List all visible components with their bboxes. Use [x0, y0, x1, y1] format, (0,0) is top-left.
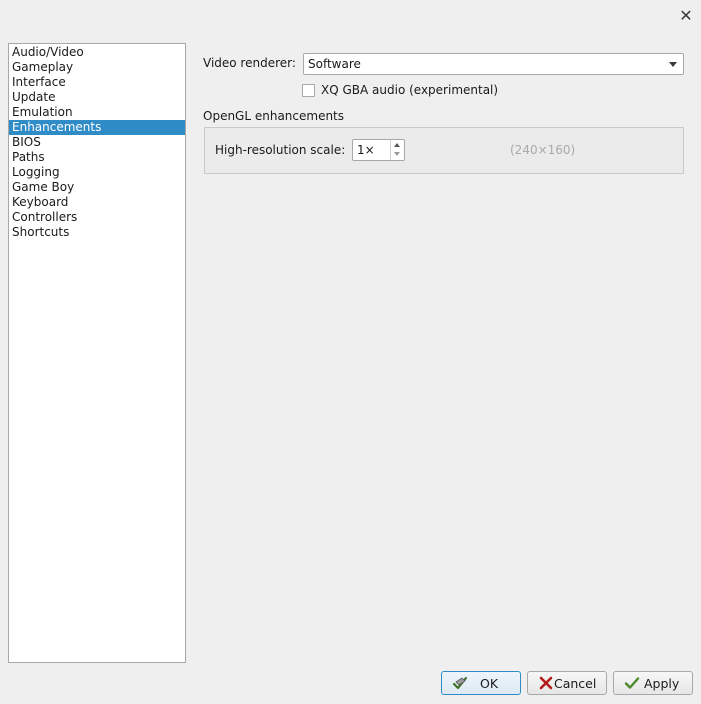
- hr-scale-spinbox[interactable]: 1×: [352, 139, 405, 161]
- close-icon[interactable]: ✕: [679, 7, 693, 25]
- opengl-enhancements-group: High-resolution scale: 1× (240×160): [204, 127, 684, 174]
- xq-audio-checkbox[interactable]: [302, 84, 315, 97]
- sidebar-item-shortcuts[interactable]: Shortcuts: [9, 225, 185, 240]
- spin-down-icon[interactable]: [394, 152, 400, 156]
- apply-button[interactable]: Apply: [613, 671, 693, 695]
- sidebar-item-gameplay[interactable]: Gameplay: [9, 60, 185, 75]
- sidebar-item-keyboard[interactable]: Keyboard: [9, 195, 185, 210]
- xq-audio-label[interactable]: XQ GBA audio (experimental): [321, 83, 498, 97]
- sidebar-item-emulation[interactable]: Emulation: [9, 105, 185, 120]
- cancel-button[interactable]: Cancel: [527, 671, 607, 695]
- spin-buttons: [390, 140, 404, 160]
- sidebar-item-paths[interactable]: Paths: [9, 150, 185, 165]
- ok-button[interactable]: OK: [441, 671, 521, 695]
- opengl-group-title: OpenGL enhancements: [203, 109, 345, 123]
- sidebar-item-interface[interactable]: Interface: [9, 75, 185, 90]
- sidebar-item-audio-video[interactable]: Audio/Video: [9, 45, 185, 60]
- hr-scale-value: 1×: [357, 143, 375, 157]
- sidebar-item-controllers[interactable]: Controllers: [9, 210, 185, 225]
- video-renderer-row: Video renderer: Software: [203, 53, 685, 75]
- sidebar-item-game-boy[interactable]: Game Boy: [9, 180, 185, 195]
- ok-icon: [452, 676, 468, 690]
- cancel-label: Cancel: [554, 676, 597, 691]
- apply-label: Apply: [644, 676, 680, 691]
- resolution-readout: (240×160): [510, 143, 576, 157]
- settings-category-list[interactable]: Audio/Video Gameplay Interface Update Em…: [8, 43, 186, 663]
- chevron-down-icon: [669, 62, 677, 67]
- checkmark-icon: [624, 677, 640, 689]
- video-renderer-value: Software: [308, 57, 361, 71]
- video-renderer-dropdown[interactable]: Software: [303, 53, 684, 75]
- sidebar-item-bios[interactable]: BIOS: [9, 135, 185, 150]
- sidebar-item-logging[interactable]: Logging: [9, 165, 185, 180]
- spin-up-icon[interactable]: [394, 143, 400, 147]
- cancel-icon: [539, 676, 553, 690]
- ok-label: OK: [480, 676, 499, 691]
- sidebar-item-enhancements[interactable]: Enhancements: [9, 120, 185, 135]
- hr-scale-label: High-resolution scale:: [215, 143, 346, 157]
- video-renderer-label: Video renderer:: [203, 56, 296, 70]
- title-bar: ✕: [0, 0, 701, 32]
- sidebar-item-update[interactable]: Update: [9, 90, 185, 105]
